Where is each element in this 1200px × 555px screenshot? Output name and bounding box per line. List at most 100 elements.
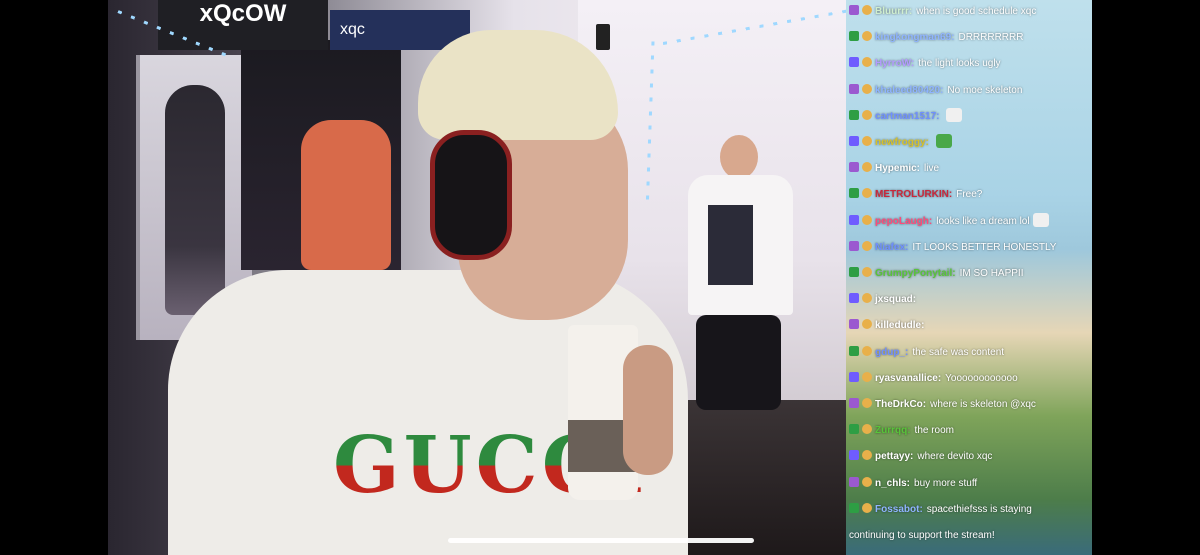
chat-username[interactable]: khaleed80420: (875, 85, 943, 96)
badge-icon (849, 5, 859, 15)
badge-icon (862, 240, 872, 251)
chat-text: the safe was content (912, 346, 1005, 358)
chat-username[interactable]: Niafex: (875, 242, 908, 253)
chat-text: the room (914, 425, 955, 437)
chat-username[interactable]: Fossabot: (875, 504, 923, 515)
chat-username[interactable]: killedudle: (875, 320, 924, 331)
badge-icon (862, 136, 872, 146)
chat-message: METROLURKIN: Free? (849, 186, 1091, 204)
badge-icon (862, 214, 872, 225)
badge-icon (862, 31, 872, 42)
badge-icon (849, 214, 859, 225)
chat-username[interactable]: GrumpyPonytail: (875, 268, 956, 279)
chat-message: n_chls: buy more stuff (849, 475, 1091, 493)
chat-message: continuing to support the stream! (849, 527, 1091, 545)
stream-video[interactable]: xQcOW xqc GUCCI (108, 0, 846, 555)
chat-text: looks like a dream lol (936, 215, 1030, 227)
chat-text: where devito xqc (917, 451, 993, 463)
chat-username[interactable]: gdup_: (875, 347, 908, 358)
badge-icon (849, 424, 859, 435)
chat-text: DRRRRRRRR (958, 32, 1024, 44)
chat-message: Zurrqq: the room (849, 422, 1091, 440)
badge-icon (862, 5, 872, 15)
chat-text: the light looks ugly (918, 58, 1001, 70)
chat-username[interactable]: pettayy: (875, 451, 913, 462)
badge-icon (849, 502, 859, 513)
badge-icon (849, 371, 859, 382)
chat-username[interactable]: pepoLaugh: (875, 216, 932, 227)
chat-message: pettayy: where devito xqc (849, 448, 1091, 466)
badge-icon (862, 319, 872, 330)
chat-username[interactable]: Zurrqq: (875, 425, 911, 436)
chat-username[interactable]: TheDrkCo: (875, 399, 926, 410)
badge-icon (849, 162, 859, 173)
emote-icon (1032, 212, 1049, 227)
badge-icon (862, 188, 872, 199)
chat-text: Yoooooooooooo (945, 372, 1018, 384)
chat-message: cartman1517: (849, 107, 1091, 126)
chat-username[interactable]: newfroggy: (875, 137, 929, 148)
chat-text: where is skeleton @xqc (930, 399, 1036, 410)
chat-username[interactable]: Hypemic: (875, 163, 920, 174)
chat-username[interactable]: kingkongman69: (875, 32, 954, 43)
chat-text: live (924, 163, 940, 175)
badge-icon (849, 240, 859, 251)
badge-icon (862, 424, 872, 435)
chat-message: gdup_: the safe was content (849, 344, 1091, 362)
chat-text: when is good schedule xqc (916, 6, 1037, 17)
chat-message: newfroggy: (849, 134, 1091, 152)
chat-username[interactable]: Bluurrr: (875, 6, 912, 17)
letterbox-left (0, 0, 108, 555)
chat-text: IM SO HAPPII (959, 268, 1024, 279)
badge-icon (862, 371, 872, 382)
chat-panel[interactable]: Bluurrr: when is good schedule xqc kingkon… (846, 0, 1092, 555)
letterbox-right (1092, 0, 1200, 555)
chat-text: No moe skeleton (947, 84, 1023, 96)
badge-icon (862, 83, 872, 94)
chat-text: spacethiefsss is staying (926, 503, 1032, 515)
badge-icon (849, 450, 859, 461)
badge-icon (849, 57, 859, 68)
chat-text: buy more stuff (914, 477, 978, 489)
badge-icon (849, 83, 859, 94)
chat-message: TheDrkCo: where is skeleton @xqc (849, 396, 1091, 414)
badge-icon (862, 267, 872, 277)
chat-message: jxsquad: (849, 291, 1091, 309)
headphones (430, 130, 512, 260)
chat-message: killedudle: (849, 317, 1091, 335)
emote-icon (946, 107, 963, 122)
home-indicator[interactable] (448, 538, 754, 543)
badge-icon (862, 57, 872, 68)
streamer: GUCCI (168, 30, 728, 555)
badge-icon (849, 188, 859, 199)
badge-icon (862, 293, 872, 304)
badge-icon (862, 162, 872, 173)
badge-icon (862, 398, 872, 408)
chat-username[interactable]: HyrroW: (875, 58, 914, 69)
chat-message: pepoLaugh: looks like a dream lol (849, 212, 1091, 231)
chat-text: continuing to support the stream! (849, 530, 995, 541)
badge-icon (849, 398, 859, 408)
badge-icon (849, 293, 859, 304)
badge-icon (862, 476, 872, 487)
badge-icon (849, 319, 859, 330)
chat-message: Hypemic: live (849, 160, 1091, 178)
badge-icon (862, 109, 872, 120)
chat-text: Free? (956, 189, 983, 201)
chat-message: khaleed80420: No moe skeleton (849, 82, 1091, 100)
badge-icon (849, 136, 859, 146)
chat-username[interactable]: METROLURKIN: (875, 189, 952, 200)
chat-username[interactable]: ryasvanallice: (875, 373, 941, 384)
badge-icon (849, 476, 859, 487)
badge-icon (862, 502, 872, 513)
chat-message: kingkongman69: DRRRRRRRR (849, 29, 1091, 47)
chat-message: Niafex: IT LOOKS BETTER HONESTLY (849, 239, 1091, 257)
chat-username[interactable]: jxsquad: (875, 294, 916, 305)
chat-message: ryasvanallice: Yoooooooooooo (849, 370, 1091, 388)
badge-icon (849, 31, 859, 42)
badge-icon (862, 345, 872, 356)
badge-icon (849, 267, 859, 277)
chat-username[interactable]: cartman1517: (875, 111, 939, 122)
chat-username[interactable]: n_chls: (875, 478, 910, 489)
chat-text: IT LOOKS BETTER HONESTLY (912, 241, 1057, 253)
